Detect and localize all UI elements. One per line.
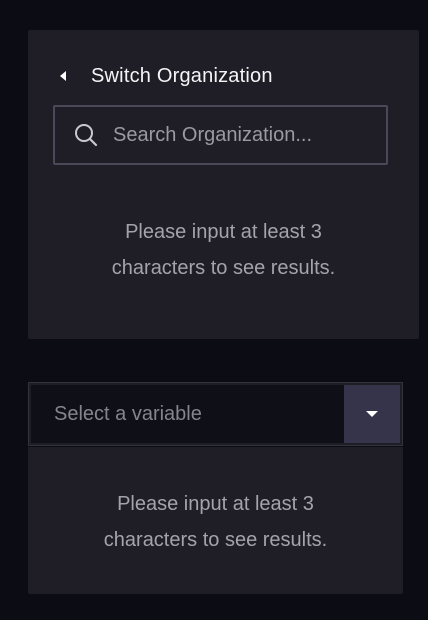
page: Switch Organization Please input at leas… <box>0 0 428 620</box>
variable-select-field[interactable]: Select a variable <box>31 385 344 443</box>
variable-select[interactable]: Select a variable <box>28 382 403 446</box>
search-box[interactable] <box>53 105 388 165</box>
dropdown-hint-line-1: Please input at least 3 <box>117 493 314 515</box>
search-hint: Please input at least 3 characters to se… <box>28 214 419 286</box>
dropdown-hint-line-2: characters to see results. <box>103 529 328 551</box>
variable-dropdown: Please input at least 3 characters to se… <box>28 447 403 594</box>
back-button[interactable]: Switch Organization <box>60 62 273 90</box>
caret-left-icon[interactable] <box>60 71 66 81</box>
search-hint-line-2: characters to see results. <box>111 257 336 279</box>
search-organization-input[interactable] <box>113 123 376 147</box>
panel-title: Switch Organization <box>91 64 273 87</box>
search-hint-line-1: Please input at least 3 <box>125 221 322 243</box>
search-icon <box>75 124 98 147</box>
caret-down-icon <box>366 411 378 417</box>
switch-organization-panel: Switch Organization Please input at leas… <box>28 30 419 339</box>
dropdown-hint: Please input at least 3 characters to se… <box>28 486 403 558</box>
variable-select-toggle[interactable] <box>344 385 400 443</box>
